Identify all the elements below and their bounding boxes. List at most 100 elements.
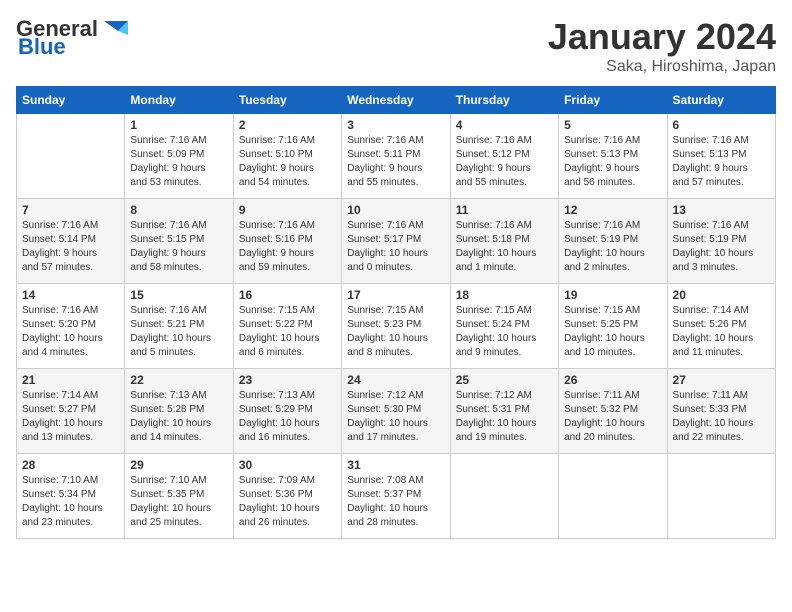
day-number: 27: [673, 373, 770, 387]
day-number: 16: [239, 288, 336, 302]
calendar-header-row: SundayMondayTuesdayWednesdayThursdayFrid…: [17, 87, 776, 114]
day-number: 7: [22, 203, 119, 217]
day-number: 25: [456, 373, 553, 387]
day-number: 24: [347, 373, 444, 387]
day-info: Sunrise: 7:16 AM Sunset: 5:11 PM Dayligh…: [347, 134, 444, 190]
calendar-cell: 19 Sunrise: 7:15 AM Sunset: 5:25 PM Dayli…: [559, 284, 667, 369]
calendar-cell: 12 Sunrise: 7:16 AM Sunset: 5:19 PM Dayli…: [559, 199, 667, 284]
day-info: Sunrise: 7:13 AM Sunset: 5:28 PM Dayligh…: [130, 389, 227, 445]
day-number: 12: [564, 203, 661, 217]
day-info: Sunrise: 7:16 AM Sunset: 5:20 PM Dayligh…: [22, 304, 119, 360]
calendar-cell: 14 Sunrise: 7:16 AM Sunset: 5:20 PM Dayli…: [17, 284, 125, 369]
day-info: Sunrise: 7:11 AM Sunset: 5:33 PM Dayligh…: [673, 389, 770, 445]
page-header: General Blue January 2024 Saka, Hiroshim…: [16, 16, 776, 76]
calendar-cell: 15Sunrise: 7:16 AM Sunset: 5:21 PM Dayli…: [125, 284, 233, 369]
day-number: 26: [564, 373, 661, 387]
calendar-week-row: 21 Sunrise: 7:14 AM Sunset: 5:27 PM Dayli…: [17, 369, 776, 454]
day-info: Sunrise: 7:16 AM Sunset: 5:10 PM Dayligh…: [239, 134, 336, 190]
day-info: Sunrise: 7:14 AM Sunset: 5:26 PM Dayligh…: [673, 304, 770, 360]
day-number: 21: [22, 373, 119, 387]
day-info: Sunrise: 7:15 AM Sunset: 5:25 PM Dayligh…: [564, 304, 661, 360]
calendar-cell: 23Sunrise: 7:13 AM Sunset: 5:29 PM Dayli…: [233, 369, 341, 454]
day-number: 2: [239, 118, 336, 132]
day-number: 29: [130, 458, 227, 472]
calendar-week-row: 1 Sunrise: 7:16 AM Sunset: 5:09 PM Daylig…: [17, 114, 776, 199]
calendar-cell: 17Sunrise: 7:15 AM Sunset: 5:23 PM Dayli…: [342, 284, 450, 369]
day-number: 5: [564, 118, 661, 132]
calendar-week-row: 14 Sunrise: 7:16 AM Sunset: 5:20 PM Dayli…: [17, 284, 776, 369]
calendar-cell: 6 Sunrise: 7:16 AM Sunset: 5:13 PM Daylig…: [667, 114, 775, 199]
calendar-cell: 4 Sunrise: 7:16 AM Sunset: 5:12 PM Daylig…: [450, 114, 558, 199]
day-info: Sunrise: 7:15 AM Sunset: 5:24 PM Dayligh…: [456, 304, 553, 360]
calendar-cell: 28 Sunrise: 7:10 AM Sunset: 5:34 PM Dayli…: [17, 454, 125, 539]
day-info: Sunrise: 7:09 AM Sunset: 5:36 PM Dayligh…: [239, 474, 336, 530]
calendar-cell: 16 Sunrise: 7:15 AM Sunset: 5:22 PM Dayli…: [233, 284, 341, 369]
logo: General Blue: [16, 16, 130, 60]
calendar-cell: [559, 454, 667, 539]
calendar-table: SundayMondayTuesdayWednesdayThursdayFrid…: [16, 86, 776, 539]
calendar-cell: 31 Sunrise: 7:08 AM Sunset: 5:37 PM Dayli…: [342, 454, 450, 539]
day-info: Sunrise: 7:16 AM Sunset: 5:09 PM Dayligh…: [130, 134, 227, 190]
day-info: Sunrise: 7:16 AM Sunset: 5:13 PM Dayligh…: [673, 134, 770, 190]
day-info: Sunrise: 7:16 AM Sunset: 5:16 PM Dayligh…: [239, 219, 336, 275]
day-info: Sunrise: 7:14 AM Sunset: 5:27 PM Dayligh…: [22, 389, 119, 445]
calendar-cell: 13 Sunrise: 7:16 AM Sunset: 5:19 PM Dayli…: [667, 199, 775, 284]
title-block: January 2024 Saka, Hiroshima, Japan: [548, 16, 776, 76]
day-number: 31: [347, 458, 444, 472]
calendar-week-row: 7 Sunrise: 7:16 AM Sunset: 5:14 PM Daylig…: [17, 199, 776, 284]
day-info: Sunrise: 7:15 AM Sunset: 5:23 PM Dayligh…: [347, 304, 444, 360]
day-info: Sunrise: 7:16 AM Sunset: 5:17 PM Dayligh…: [347, 219, 444, 275]
day-info: Sunrise: 7:16 AM Sunset: 5:13 PM Dayligh…: [564, 134, 661, 190]
calendar-header-wednesday: Wednesday: [342, 87, 450, 114]
day-number: 1: [130, 118, 227, 132]
day-number: 11: [456, 203, 553, 217]
calendar-week-row: 28 Sunrise: 7:10 AM Sunset: 5:34 PM Dayli…: [17, 454, 776, 539]
calendar-cell: 29 Sunrise: 7:10 AM Sunset: 5:35 PM Dayli…: [125, 454, 233, 539]
day-number: 14: [22, 288, 119, 302]
logo-icon: [100, 17, 130, 39]
calendar-cell: [17, 114, 125, 199]
day-info: Sunrise: 7:15 AM Sunset: 5:22 PM Dayligh…: [239, 304, 336, 360]
day-number: 28: [22, 458, 119, 472]
day-info: Sunrise: 7:10 AM Sunset: 5:35 PM Dayligh…: [130, 474, 227, 530]
day-info: Sunrise: 7:16 AM Sunset: 5:15 PM Dayligh…: [130, 219, 227, 275]
calendar-cell: [667, 454, 775, 539]
day-number: 23: [239, 373, 336, 387]
calendar-header-monday: Monday: [125, 87, 233, 114]
day-number: 19: [564, 288, 661, 302]
calendar-cell: 24Sunrise: 7:12 AM Sunset: 5:30 PM Dayli…: [342, 369, 450, 454]
day-info: Sunrise: 7:08 AM Sunset: 5:37 PM Dayligh…: [347, 474, 444, 530]
day-number: 13: [673, 203, 770, 217]
day-info: Sunrise: 7:12 AM Sunset: 5:31 PM Dayligh…: [456, 389, 553, 445]
day-info: Sunrise: 7:11 AM Sunset: 5:32 PM Dayligh…: [564, 389, 661, 445]
day-number: 4: [456, 118, 553, 132]
calendar-header-sunday: Sunday: [17, 87, 125, 114]
day-info: Sunrise: 7:16 AM Sunset: 5:14 PM Dayligh…: [22, 219, 119, 275]
calendar-cell: 3Sunrise: 7:16 AM Sunset: 5:11 PM Daylig…: [342, 114, 450, 199]
month-year-title: January 2024: [548, 16, 776, 58]
calendar-cell: 27 Sunrise: 7:11 AM Sunset: 5:33 PM Dayli…: [667, 369, 775, 454]
day-info: Sunrise: 7:16 AM Sunset: 5:18 PM Dayligh…: [456, 219, 553, 275]
calendar-cell: 25 Sunrise: 7:12 AM Sunset: 5:31 PM Dayli…: [450, 369, 558, 454]
day-number: 8: [130, 203, 227, 217]
location-subtitle: Saka, Hiroshima, Japan: [548, 58, 776, 76]
day-number: 30: [239, 458, 336, 472]
day-number: 6: [673, 118, 770, 132]
calendar-cell: 10Sunrise: 7:16 AM Sunset: 5:17 PM Dayli…: [342, 199, 450, 284]
calendar-cell: 1 Sunrise: 7:16 AM Sunset: 5:09 PM Daylig…: [125, 114, 233, 199]
calendar-cell: 22 Sunrise: 7:13 AM Sunset: 5:28 PM Dayli…: [125, 369, 233, 454]
calendar-cell: 21 Sunrise: 7:14 AM Sunset: 5:27 PM Dayli…: [17, 369, 125, 454]
day-info: Sunrise: 7:16 AM Sunset: 5:19 PM Dayligh…: [564, 219, 661, 275]
day-info: Sunrise: 7:10 AM Sunset: 5:34 PM Dayligh…: [22, 474, 119, 530]
calendar-cell: 26 Sunrise: 7:11 AM Sunset: 5:32 PM Dayli…: [559, 369, 667, 454]
day-number: 20: [673, 288, 770, 302]
day-info: Sunrise: 7:16 AM Sunset: 5:12 PM Dayligh…: [456, 134, 553, 190]
day-info: Sunrise: 7:16 AM Sunset: 5:19 PM Dayligh…: [673, 219, 770, 275]
logo-blue: Blue: [18, 34, 66, 60]
calendar-cell: 7 Sunrise: 7:16 AM Sunset: 5:14 PM Daylig…: [17, 199, 125, 284]
day-number: 22: [130, 373, 227, 387]
day-number: 9: [239, 203, 336, 217]
day-number: 18: [456, 288, 553, 302]
calendar-cell: 9 Sunrise: 7:16 AM Sunset: 5:16 PM Daylig…: [233, 199, 341, 284]
calendar-cell: 2 Sunrise: 7:16 AM Sunset: 5:10 PM Daylig…: [233, 114, 341, 199]
